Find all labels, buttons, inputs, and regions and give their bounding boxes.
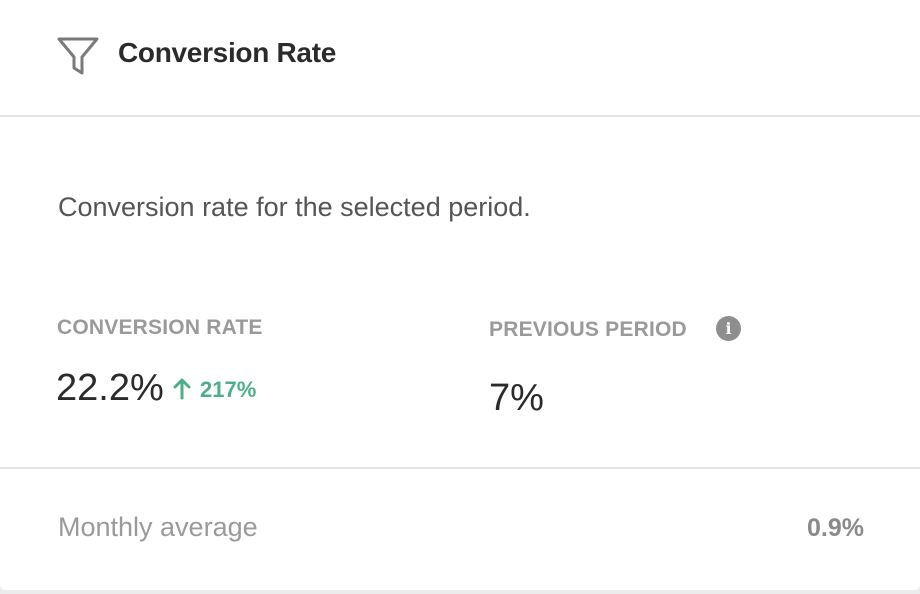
monthly-average-value: 0.9% <box>807 514 864 542</box>
conversion-rate-value: 22.2% <box>56 367 164 409</box>
info-icon[interactable]: i <box>716 316 741 341</box>
arrow-up-icon <box>173 378 191 400</box>
previous-period-label: PREVIOUS PERIOD <box>489 318 687 341</box>
previous-period-value: 7% <box>489 377 544 419</box>
conversion-rate-label: CONVERSION RATE <box>57 316 263 339</box>
change-percent: 217% <box>200 377 257 402</box>
card-header: Conversion Rate <box>0 0 920 117</box>
monthly-average-label: Monthly average <box>58 512 258 542</box>
change-indicator: 217% <box>172 376 256 404</box>
card-title: Conversion Rate <box>118 37 336 68</box>
conversion-rate-card: Conversion Rate Conversion rate for the … <box>0 0 920 590</box>
funnel-icon <box>57 37 99 75</box>
card-description: Conversion rate for the selected period. <box>58 192 531 222</box>
footer-divider <box>0 467 920 469</box>
